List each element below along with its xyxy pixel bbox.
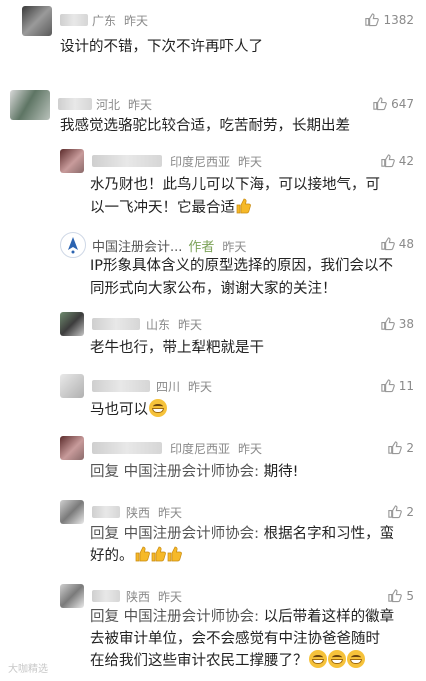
author-logo-avatar[interactable] [60,232,86,258]
comment-text-line2: 同形式向大家公布，谢谢大家的关注！ [90,281,337,297]
like-button[interactable]: 2 [387,504,414,519]
comment-9-reply: 陕西 昨天 5 回复 中国注册会计师协会: 以后带着这样的徽章 去被审计单位，会不… [0,580,426,681]
thumbs-up-emoji-icon [236,198,251,214]
username-blurred[interactable] [92,442,162,454]
like-count: 11 [398,378,414,393]
like-count: 647 [391,96,414,111]
location: 印度尼西亚 [170,155,231,169]
comment-text-line1: IP形象具体含义的原型选择的原因，我们会以不 [90,258,394,274]
timestamp: 昨天 [158,590,183,604]
comment-text: 老牛也行，带上犁粑就是干 [90,340,264,356]
avatar[interactable] [60,584,84,608]
avatar[interactable] [60,312,84,336]
comment-text-line3: 在给我们这些审计农民工撑腰了？ [90,653,308,669]
grinning-emoji-icon [149,399,167,417]
avatar[interactable] [10,90,50,120]
watermark: 大咖精选 [8,664,48,675]
timestamp: 昨天 [188,380,213,394]
like-button[interactable]: 2 [387,440,414,455]
location: 陕西 [126,506,151,520]
timestamp: 昨天 [158,506,183,520]
avatar[interactable] [60,500,84,524]
comment-text: 马也可以 [90,402,148,418]
thumbs-up-emoji-icon [151,546,166,562]
location: 四川 [156,380,181,394]
reply-prefix[interactable]: 回复 中国注册会计师协会: [90,526,259,542]
timestamp: 昨天 [124,14,149,28]
comment-text-line2: 去被审计单位，会不会感觉有中注协爸爸随时 [90,631,380,647]
thumbs-up-icon [381,379,395,393]
thumbs-up-icon [381,154,395,168]
avatar[interactable] [60,374,84,398]
like-count: 2 [406,440,414,455]
username-blurred[interactable] [58,98,92,110]
username-blurred[interactable] [60,14,88,26]
thumbs-up-icon [388,441,403,455]
avatar[interactable] [60,149,84,173]
avatar[interactable] [60,436,84,460]
like-button[interactable]: 5 [387,588,414,603]
username-blurred[interactable] [92,506,120,518]
comment-4-author: 中国注册会计... 作者 昨天 48 IP形象具体含义的原型选择的原因，我们会以不 … [0,228,426,303]
like-count: 38 [398,316,414,331]
comment-text: 我感觉选骆驼比较合适，吃苦耐劳，长期出差 [60,118,350,134]
username-blurred[interactable] [92,318,140,330]
username-blurred[interactable] [92,380,150,392]
comment-8-reply: 陕西 昨天 2 回复 中国注册会计师协会: 根据名字和习性，蛮 好的。 [0,496,426,576]
grinning-emoji-icon [346,650,365,668]
like-button[interactable]: 42 [380,153,414,168]
comment-text-line1: 根据名字和习性，蛮 [259,526,395,542]
grinning-emoji-icon [308,650,327,668]
like-count: 5 [406,588,414,603]
comment-text-line1: 水乃财也！此鸟儿可以下海，可以接地气，可 [90,177,380,193]
avatar[interactable] [22,6,52,36]
like-count: 48 [398,236,414,251]
comment-text-line2: 以一飞冲天！它最合适 [90,200,235,216]
location: 山东 [146,318,171,332]
like-button[interactable]: 11 [380,378,414,393]
timestamp: 昨天 [178,318,203,332]
like-button[interactable]: 48 [380,236,414,251]
thumbs-up-emoji-icon [167,546,182,562]
timestamp: 昨天 [222,240,247,254]
comment-1: 广东 昨天 1382 设计的不错，下次不许再吓人了 [0,0,426,70]
comment-text: 期待! [259,464,299,480]
grinning-emoji-icon [327,650,346,668]
cicpa-logo-icon [68,237,78,254]
reply-prefix[interactable]: 回复 中国注册会计师协会: [90,464,259,480]
thumbs-up-emoji-icon [135,546,150,562]
like-count: 2 [406,504,414,519]
reply-prefix[interactable]: 回复 中国注册会计师协会: [90,609,259,625]
like-button[interactable]: 38 [380,316,414,331]
comment-7-reply: 印度尼西亚 昨天 2 回复 中国注册会计师协会: 期待! [0,432,426,492]
timestamp: 昨天 [238,442,263,456]
author-name[interactable]: 中国注册会计... [92,240,182,255]
like-count: 1382 [383,12,414,27]
location: 广东 [92,14,117,28]
location: 陕西 [126,590,151,604]
like-button[interactable]: 1382 [364,12,414,27]
timestamp: 昨天 [238,155,263,169]
username-blurred[interactable] [92,590,120,602]
thumbs-up-icon [381,237,395,251]
comment-5: 山东 昨天 38 老牛也行，带上犁粑就是干 [0,308,426,364]
author-badge: 作者 [188,240,215,255]
thumbs-up-icon [388,589,403,603]
thumbs-up-icon [388,505,403,519]
thumbs-up-icon [381,317,395,331]
location: 印度尼西亚 [170,442,231,456]
comment-6: 四川 昨天 11 马也可以 [0,370,426,426]
comment-text-line1: 以后带着这样的徽章 [259,609,395,625]
like-button[interactable]: 647 [372,96,414,111]
comment-3: 印度尼西亚 昨天 42 水乃财也！此鸟儿可以下海，可以接地气，可 以一飞冲天！它最… [0,145,426,225]
username-blurred[interactable] [92,155,162,167]
thumbs-up-icon [365,13,380,27]
timestamp: 昨天 [128,98,153,112]
like-count: 42 [398,153,414,168]
location: 河北 [96,98,121,112]
comment-2: 河北 昨天 647 我感觉选骆驼比较合适，吃苦耐劳，长期出差 [0,84,426,144]
comment-text-line2: 好的。 [90,548,134,564]
thumbs-up-icon [373,97,387,111]
comment-text: 设计的不错，下次不许再吓人了 [60,39,263,55]
